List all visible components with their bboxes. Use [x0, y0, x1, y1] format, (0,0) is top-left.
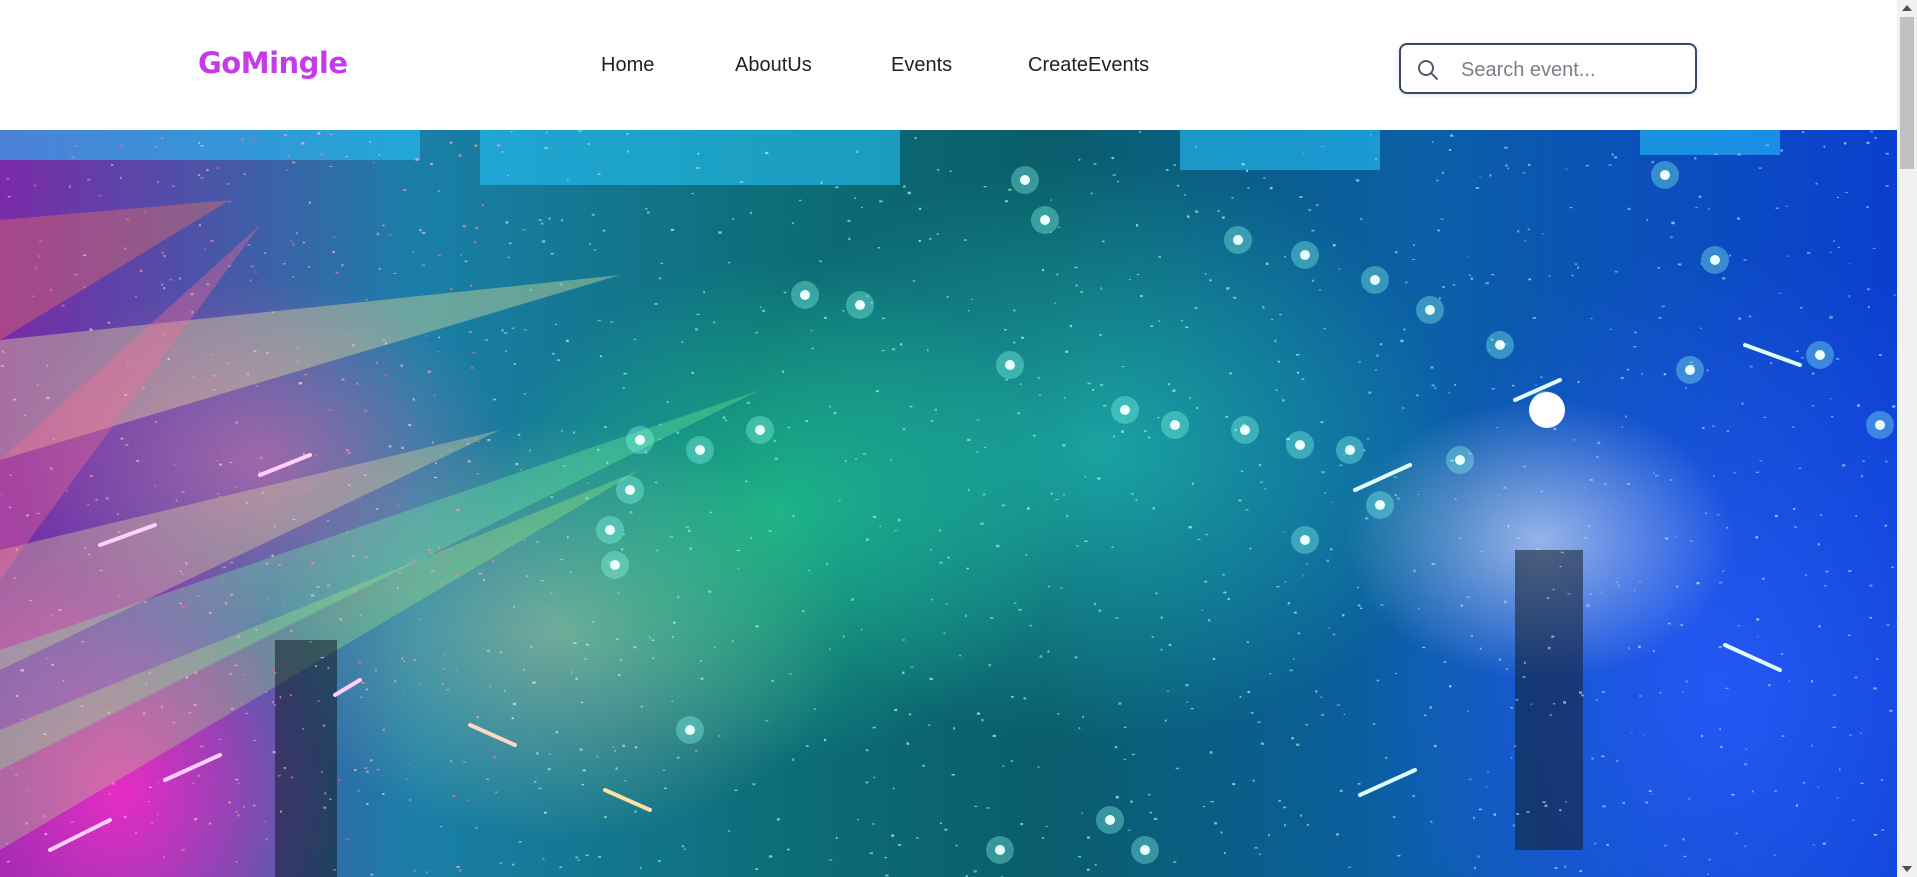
nav-link-events[interactable]: Events	[891, 54, 952, 77]
search-input[interactable]	[1459, 55, 1688, 85]
page: GoMingle Home AboutUs Events CreateEvent…	[0, 0, 1917, 877]
scroll-up-arrow-icon[interactable]	[1902, 5, 1912, 11]
brand-logo[interactable]: GoMingle	[198, 46, 348, 80]
site-header: GoMingle Home AboutUs Events CreateEvent…	[0, 0, 1897, 130]
vertical-scrollbar[interactable]	[1897, 0, 1917, 877]
nav-link-create-events[interactable]: CreateEvents	[1028, 54, 1149, 77]
nav-link-home[interactable]: Home	[601, 54, 654, 77]
scroll-down-arrow-icon[interactable]	[1902, 866, 1912, 872]
hero-image	[0, 130, 1897, 877]
search-box[interactable]	[1399, 43, 1697, 94]
scroll-thumb[interactable]	[1900, 17, 1914, 169]
nav-link-about-us[interactable]: AboutUs	[735, 54, 812, 77]
search-icon	[1416, 58, 1440, 82]
hero-lights-overlay	[0, 130, 1897, 877]
